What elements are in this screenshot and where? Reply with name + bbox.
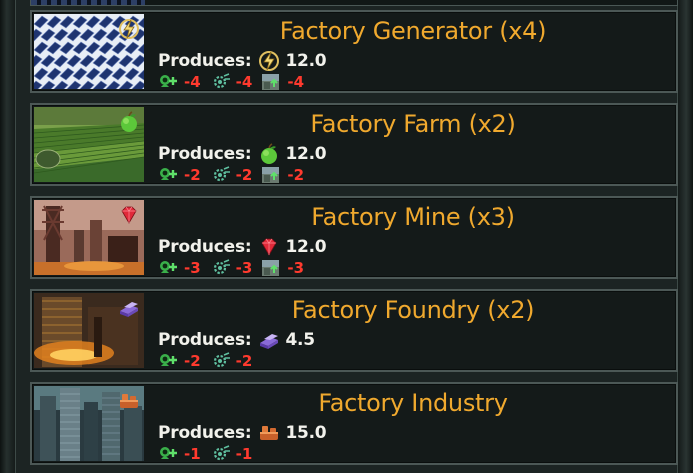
upkeep-value: -2 <box>184 352 201 370</box>
building-title: Factory Mine (x3) <box>311 203 515 231</box>
produces-line: Produces: 12.0 <box>158 50 327 72</box>
terrain-tile-icon <box>261 259 282 277</box>
consumer-goods-icon <box>118 390 140 412</box>
panel-frame-left <box>0 0 16 473</box>
research-cog-icon <box>210 445 231 463</box>
building-title: Factory Foundry (x2) <box>291 296 535 324</box>
upkeep-line: -3 -3 -3 <box>158 259 308 277</box>
produces-label: Produces: <box>158 51 252 71</box>
industry-city-image <box>34 386 144 461</box>
building-title: Factory Industry <box>318 389 508 417</box>
upkeep-value: -3 <box>184 259 201 277</box>
terrain-tile-icon <box>261 166 282 184</box>
produces-line: Produces: 4.5 <box>158 329 315 351</box>
produces-label: Produces: <box>158 237 252 257</box>
upkeep-value: -3 <box>287 259 305 277</box>
food-apple-icon <box>118 111 140 133</box>
building-title: Factory Generator (x4) <box>279 17 547 45</box>
solar-panels-image <box>34 14 144 89</box>
upkeep-value: -1 <box>184 445 201 463</box>
upkeep-line: -1 -1 <box>158 445 256 463</box>
pop-growth-icon <box>158 445 179 463</box>
upkeep-value: -2 <box>235 352 253 370</box>
panel-frame-right <box>677 0 693 473</box>
pop-growth-icon <box>158 352 179 370</box>
terrain-tile-icon <box>261 73 282 91</box>
upkeep-value: -2 <box>235 166 253 184</box>
research-cog-icon <box>210 352 231 370</box>
foundry-furnace-image <box>34 293 144 368</box>
upkeep-line: -2 -2 <box>158 352 256 370</box>
alloy-ingot-icon <box>258 329 280 351</box>
upkeep-value: -4 <box>235 73 253 91</box>
previous-row-edge <box>30 0 678 6</box>
food-apple-icon <box>258 143 280 165</box>
building-row[interactable]: Factory Farm (x2) Produces: 12.0 -2 -2 -… <box>30 103 678 186</box>
produces-label: Produces: <box>158 423 252 443</box>
produces-line: Produces: 12.0 <box>158 143 327 165</box>
building-row[interactable]: Factory Mine (x3) Produces: 12.0 -3 -3 -… <box>30 196 678 279</box>
upkeep-line: -2 -2 -2 <box>158 166 308 184</box>
research-cog-icon <box>210 166 231 184</box>
mine-tower-image <box>34 200 144 275</box>
produces-value: 12.0 <box>285 237 327 257</box>
produces-label: Produces: <box>158 144 252 164</box>
pop-growth-icon <box>158 259 179 277</box>
produces-value: 12.0 <box>285 51 327 71</box>
mineral-gem-icon <box>118 204 140 226</box>
upkeep-value: -3 <box>235 259 253 277</box>
building-title: Factory Farm (x2) <box>310 110 516 138</box>
building-row[interactable]: Factory Industry Produces: 15.0 -1 -1 <box>30 382 678 465</box>
previous-row-thumbnail <box>31 0 145 5</box>
mineral-gem-icon <box>258 236 280 258</box>
upkeep-value: -1 <box>235 445 253 463</box>
farm-fields-image <box>34 107 144 182</box>
produces-value: 12.0 <box>285 144 327 164</box>
produces-line: Produces: 12.0 <box>158 236 327 258</box>
pop-growth-icon <box>158 166 179 184</box>
energy-icon <box>258 50 280 72</box>
upkeep-value: -2 <box>287 166 305 184</box>
building-row[interactable]: Factory Generator (x4) Produces: 12.0 -4… <box>30 10 678 93</box>
produces-value: 4.5 <box>285 330 316 350</box>
produces-label: Produces: <box>158 330 252 350</box>
research-cog-icon <box>210 73 231 91</box>
upkeep-value: -4 <box>184 73 201 91</box>
alloy-ingot-icon <box>118 297 140 319</box>
research-cog-icon <box>210 259 231 277</box>
consumer-goods-icon <box>258 422 280 444</box>
pop-growth-icon <box>158 73 179 91</box>
produces-value: 15.0 <box>285 423 327 443</box>
upkeep-value: -4 <box>287 73 305 91</box>
building-list: Factory Generator (x4) Produces: 12.0 -4… <box>30 0 678 473</box>
upkeep-line: -4 -4 -4 <box>158 73 308 91</box>
produces-line: Produces: 15.0 <box>158 422 327 444</box>
energy-icon <box>118 18 140 40</box>
building-row[interactable]: Factory Foundry (x2) Produces: 4.5 -2 -2 <box>30 289 678 372</box>
upkeep-value: -2 <box>184 166 201 184</box>
